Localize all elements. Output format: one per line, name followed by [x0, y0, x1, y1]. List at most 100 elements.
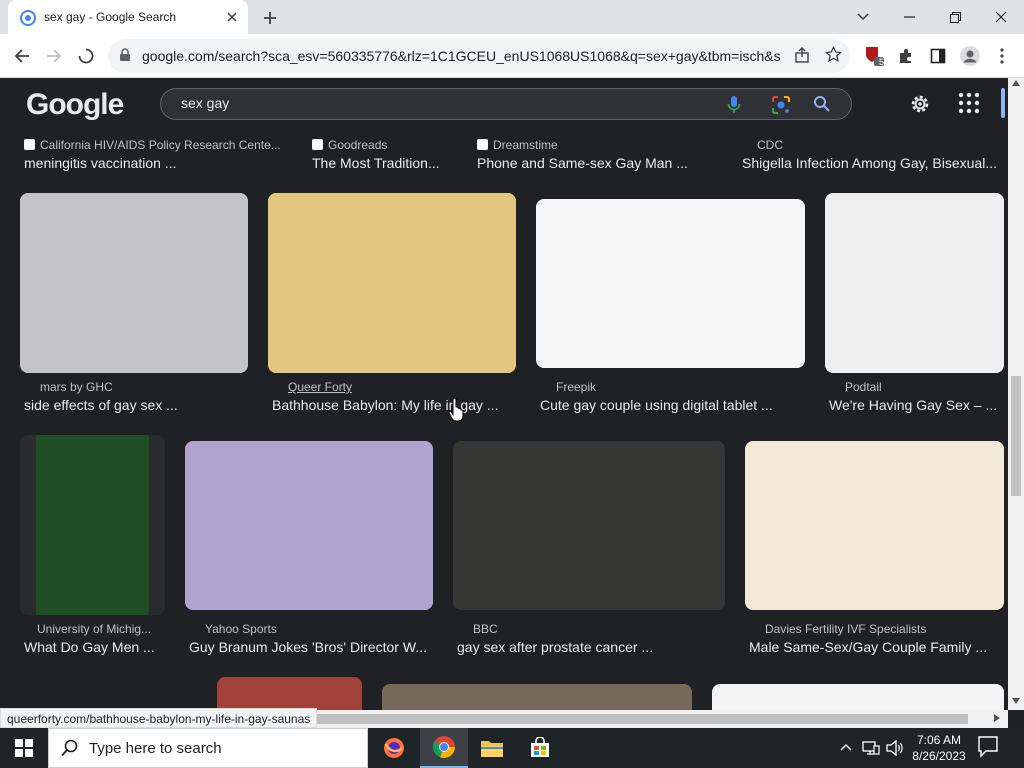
image-thumbnail[interactable] — [268, 193, 516, 373]
result-source[interactable]: mars by GHC — [40, 380, 240, 394]
result-source[interactable]: University of Michig... — [37, 622, 167, 636]
lock-icon[interactable] — [119, 48, 131, 67]
new-tab-icon[interactable] — [258, 6, 282, 30]
windows-taskbar: Type here to search 7:06 AM 8/26/2023 — [0, 728, 1024, 768]
scroll-up-arrow-icon[interactable] — [1012, 80, 1020, 86]
bookmark-star-icon[interactable] — [824, 45, 843, 68]
search-box[interactable]: sex gay — [160, 88, 852, 120]
vertical-scrollbar[interactable] — [1008, 78, 1024, 710]
result-source[interactable]: BBC — [473, 622, 673, 636]
voice-search-mic-icon[interactable] — [727, 95, 741, 120]
image-thumbnail[interactable] — [20, 435, 165, 615]
image-thumbnail[interactable] — [453, 441, 725, 610]
tab-search-icon[interactable] — [840, 0, 886, 34]
image-content — [36, 435, 149, 615]
taskbar-clock[interactable]: 7:06 AM 8/26/2023 — [906, 732, 972, 764]
google-logo[interactable]: Google — [26, 88, 124, 122]
google-favicon-icon — [20, 10, 36, 26]
file-explorer-taskbar-icon[interactable] — [468, 728, 516, 768]
clock-time: 7:06 AM — [916, 733, 962, 747]
volume-speaker-icon[interactable] — [886, 740, 904, 756]
taskbar-search-placeholder: Type here to search — [89, 740, 222, 757]
windows-start-icon[interactable] — [0, 728, 48, 768]
result-caption[interactable]: Phone and Same-sex Gay Man ... — [477, 155, 717, 171]
firefox-taskbar-icon[interactable] — [370, 728, 418, 768]
lens-camera-icon[interactable] — [771, 95, 791, 120]
network-icon[interactable] — [862, 740, 880, 756]
result-caption[interactable]: meningitis vaccination ... — [24, 155, 286, 171]
scroll-down-arrow-icon[interactable] — [1012, 698, 1020, 704]
address-bar[interactable]: google.com/search?sca_esv=560335776&rlz=… — [108, 39, 850, 73]
image-thumbnail[interactable] — [825, 193, 1004, 373]
image-thumbnail[interactable] — [712, 684, 1004, 710]
result-source[interactable]: CDC — [757, 138, 997, 152]
chrome-menu-icon[interactable] — [990, 44, 1014, 68]
image-thumbnail[interactable] — [745, 441, 1004, 610]
image-thumbnail[interactable] — [536, 199, 805, 368]
side-panel-icon[interactable] — [926, 44, 950, 68]
back-arrow-icon[interactable] — [10, 44, 34, 68]
source-label: Goodreads — [328, 138, 388, 152]
link-status-bar: queerforty.com/bathhouse-babylon-my-life… — [0, 708, 318, 728]
microsoft-store-taskbar-icon[interactable] — [516, 728, 564, 768]
result-caption[interactable]: Guy Branum Jokes 'Bros' Director W... — [189, 639, 433, 655]
result-source[interactable]: Yahoo Sports — [205, 622, 405, 636]
result-caption[interactable]: gay sex after prostate cancer ... — [457, 639, 725, 655]
result-caption[interactable]: We're Having Gay Sex – ... — [829, 397, 1004, 413]
google-header: Google sex gay — [0, 78, 1024, 130]
site-favicon-icon — [312, 139, 323, 150]
scroll-right-arrow-icon[interactable] — [994, 714, 1000, 722]
image-thumbnail[interactable] — [217, 677, 362, 710]
chrome-taskbar-icon[interactable] — [420, 728, 468, 768]
extension-shield-icon[interactable]: 5 — [862, 44, 886, 68]
close-window-icon[interactable] — [978, 0, 1024, 34]
tab-title: sex gay - Google Search — [44, 10, 177, 24]
image-thumbnail[interactable] — [382, 684, 692, 710]
image-thumbnail[interactable] — [20, 193, 248, 373]
site-favicon-icon — [24, 139, 35, 150]
search-icon[interactable] — [813, 95, 831, 118]
profile-avatar-icon[interactable] — [958, 44, 982, 68]
result-source[interactable]: Dreamstime — [477, 138, 717, 152]
image-thumbnail[interactable] — [185, 441, 433, 610]
source-label: Dreamstime — [493, 138, 558, 152]
image-results-grid: California HIV/AIDS Policy Research Cent… — [0, 130, 1008, 710]
google-apps-grid-icon[interactable] — [958, 92, 980, 119]
search-icon — [61, 739, 78, 757]
result-source[interactable]: Goodreads — [312, 138, 462, 152]
result-caption[interactable]: Shigella Infection Among Gay, Bisexual..… — [742, 155, 1008, 171]
minimize-icon[interactable] — [886, 0, 932, 34]
hand-cursor-icon — [448, 398, 464, 422]
forward-arrow-icon[interactable] — [42, 44, 66, 68]
extensions-puzzle-icon[interactable] — [894, 44, 918, 68]
url-text[interactable]: google.com/search?sca_esv=560335776&rlz=… — [142, 48, 782, 64]
restore-icon[interactable] — [932, 0, 978, 34]
notification-center-icon[interactable] — [978, 736, 998, 758]
show-hidden-icons-chevron-icon[interactable] — [840, 743, 852, 751]
result-caption[interactable]: Male Same-Sex/Gay Couple Family ... — [749, 639, 1004, 655]
result-source[interactable]: Podtail — [845, 380, 995, 394]
tab-close-icon[interactable] — [222, 7, 242, 27]
result-caption[interactable]: What Do Gay Men ... — [24, 639, 165, 655]
loading-icon[interactable] — [74, 44, 98, 68]
browser-toolbar: google.com/search?sca_esv=560335776&rlz=… — [0, 34, 1024, 78]
clock-date: 8/26/2023 — [912, 749, 966, 763]
result-source[interactable]: California HIV/AIDS Policy Research Cent… — [24, 138, 286, 152]
result-source[interactable]: Queer Forty — [288, 380, 488, 394]
result-caption[interactable]: side effects of gay sex ... — [24, 397, 248, 413]
result-source[interactable]: Davies Fertility IVF Specialists — [765, 622, 1005, 636]
source-label: California HIV/AIDS Policy Research Cent… — [40, 138, 281, 152]
share-icon[interactable] — [794, 47, 810, 68]
result-caption[interactable]: The Most Tradition... — [312, 155, 462, 171]
browser-tab[interactable]: sex gay - Google Search — [8, 0, 248, 34]
profile-indicator — [1001, 88, 1005, 118]
result-caption[interactable]: Bathhouse Babylon: My life in gay ... — [272, 397, 516, 413]
extension-badge: 5 — [879, 57, 885, 67]
result-caption[interactable]: Cute gay couple using digital tablet ... — [540, 397, 805, 413]
settings-gear-icon[interactable] — [908, 92, 932, 121]
result-source[interactable]: Freepik — [556, 380, 756, 394]
scrollbar-thumb[interactable] — [1011, 376, 1021, 496]
search-query[interactable]: sex gay — [181, 95, 229, 111]
taskbar-search-box[interactable]: Type here to search — [48, 728, 368, 768]
tab-strip: sex gay - Google Search — [0, 0, 1024, 34]
